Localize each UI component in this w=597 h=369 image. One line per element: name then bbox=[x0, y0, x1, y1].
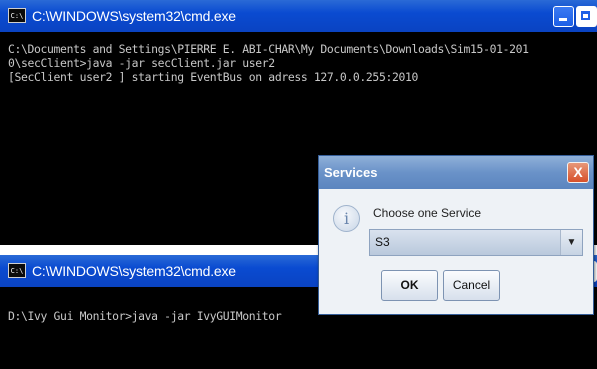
dialog-message: Choose one Service bbox=[373, 206, 482, 220]
minimize-button[interactable] bbox=[553, 6, 574, 27]
window-controls bbox=[551, 6, 597, 28]
dialog-title: Services bbox=[324, 165, 378, 180]
service-select[interactable]: S3 ▼ bbox=[369, 229, 583, 256]
console-line: [SecClient user2 ] starting EventBus on … bbox=[8, 70, 418, 84]
cancel-button[interactable]: Cancel bbox=[443, 270, 500, 301]
ok-button[interactable]: OK bbox=[381, 270, 438, 301]
close-icon[interactable]: X bbox=[567, 162, 589, 183]
console-line: 0\secClient>java -jar secClient.jar user… bbox=[8, 56, 275, 70]
command-prompt-icon[interactable]: C:\ bbox=[8, 263, 26, 278]
window-title: C:\WINDOWS\system32\cmd.exe bbox=[32, 8, 236, 24]
command-prompt-icon[interactable]: C:\ bbox=[8, 8, 26, 23]
services-dialog: Services X i Choose one Service S3 ▼ OK … bbox=[318, 155, 594, 315]
dialog-title-bar[interactable]: Services X bbox=[319, 156, 593, 189]
info-icon: i bbox=[333, 205, 360, 232]
title-bar[interactable]: C:\ C:\WINDOWS\system32\cmd.exe bbox=[0, 0, 597, 32]
chevron-down-icon[interactable]: ▼ bbox=[560, 230, 582, 255]
maximize-button[interactable] bbox=[576, 6, 597, 27]
selected-service: S3 bbox=[375, 235, 390, 249]
console-line: C:\Documents and Settings\PIERRE E. ABI-… bbox=[8, 42, 529, 56]
window-title: C:\WINDOWS\system32\cmd.exe bbox=[32, 263, 236, 279]
console-output[interactable]: C:\Documents and Settings\PIERRE E. ABI-… bbox=[8, 42, 597, 84]
